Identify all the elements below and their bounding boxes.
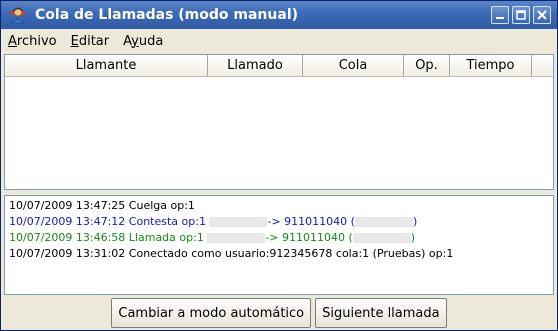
maximize-icon xyxy=(516,10,526,20)
switch-auto-mode-button[interactable]: Cambiar a modo automático xyxy=(111,298,312,328)
minimize-icon xyxy=(496,17,504,19)
redacted-block xyxy=(207,233,266,243)
log-text: ) xyxy=(410,231,416,244)
close-icon xyxy=(537,10,547,20)
log-text: 10/07/2009 13:47:12 Contesta op:1 xyxy=(9,215,210,228)
log-line: 10/07/2009 13:47:25 Cuelga op:1 xyxy=(9,199,195,212)
app-window: Cola de Llamadas (modo manual) Archivo E… xyxy=(0,0,558,331)
log-line: 10/07/2009 13:46:58 Llamada op:1 -> 9110… xyxy=(9,230,549,246)
log-text: -> 911011040 ( xyxy=(265,231,353,244)
log-text: 10/07/2009 13:46:58 Llamada op:1 xyxy=(9,231,208,244)
column-cola[interactable]: Cola xyxy=(303,55,404,76)
menu-ayuda[interactable]: Ayuda xyxy=(116,34,170,49)
redacted-block xyxy=(209,217,268,227)
column-llamante[interactable]: Llamante xyxy=(5,55,208,76)
window-controls xyxy=(491,6,551,24)
minimize-button[interactable] xyxy=(491,6,509,24)
event-log[interactable]: 10/07/2009 13:47:25 Cuelga op:1 10/07/20… xyxy=(4,195,554,295)
log-text: -> 911011040 ( xyxy=(267,215,355,228)
menu-ayuda-mnemonic: y xyxy=(131,33,139,49)
maximize-button[interactable] xyxy=(512,6,530,24)
table-header: Llamante Llamado Cola Op. Tiempo xyxy=(5,55,553,77)
log-line: 10/07/2009 13:31:02 Conectado como usuar… xyxy=(9,247,454,260)
menu-editar-label: ditar xyxy=(78,33,110,49)
column-op[interactable]: Op. xyxy=(404,55,450,76)
menu-ayuda-prefix: A xyxy=(123,33,132,49)
log-line: 10/07/2009 13:47:12 Contesta op:1 -> 911… xyxy=(9,214,549,230)
log-text: ) xyxy=(412,215,418,228)
menu-archivo-mnemonic: A xyxy=(8,33,17,49)
menu-editar-mnemonic: E xyxy=(70,33,79,49)
column-filler xyxy=(532,55,553,76)
title-bar[interactable]: Cola de Llamadas (modo manual) xyxy=(1,1,557,29)
menu-archivo-label: rchivo xyxy=(16,33,57,49)
call-queue-table[interactable]: Llamante Llamado Cola Op. Tiempo xyxy=(4,54,554,190)
menu-ayuda-label: uda xyxy=(138,33,164,49)
close-button[interactable] xyxy=(533,6,551,24)
next-call-button[interactable]: Siguiente llamada xyxy=(315,298,447,328)
phone-operator-icon xyxy=(9,6,27,24)
window-title: Cola de Llamadas (modo manual) xyxy=(35,7,299,23)
redacted-block xyxy=(354,217,413,227)
menu-bar: Archivo Editar Ayuda xyxy=(1,29,557,53)
menu-editar[interactable]: Editar xyxy=(64,34,117,49)
redacted-block xyxy=(352,233,411,243)
table-body[interactable] xyxy=(5,77,553,189)
column-llamado[interactable]: Llamado xyxy=(208,55,303,76)
column-tiempo[interactable]: Tiempo xyxy=(450,55,532,76)
action-buttons: Cambiar a modo automático Siguiente llam… xyxy=(1,296,557,330)
menu-archivo[interactable]: Archivo xyxy=(1,34,64,49)
